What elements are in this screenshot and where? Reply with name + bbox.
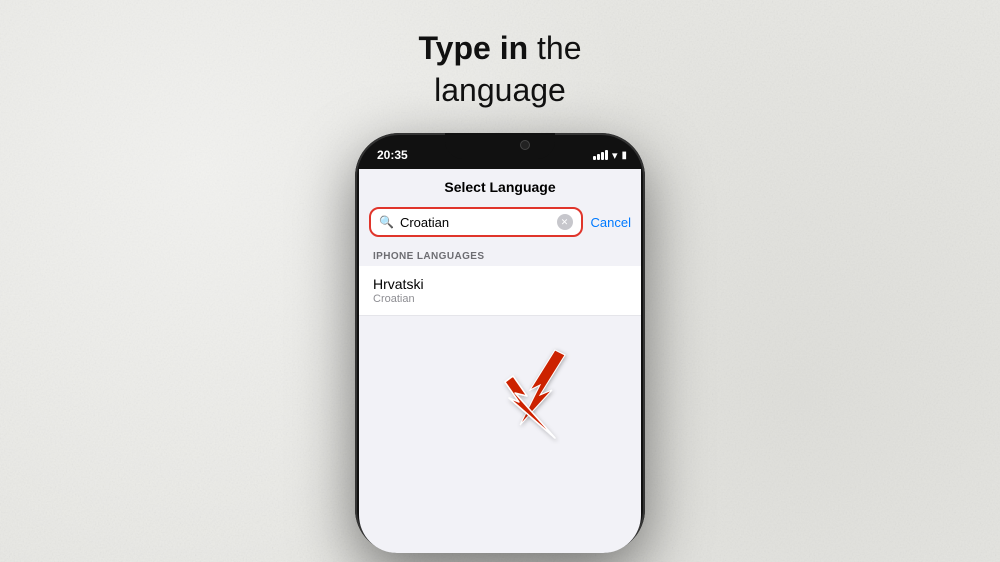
search-container: 🔍 Croatian ✕ Cancel — [359, 203, 641, 245]
list-item-title: Hrvatski — [373, 276, 627, 292]
phone-frame: 20:35 ▾ ▮ Select Langu — [355, 133, 645, 553]
list-item-subtitle: Croatian — [373, 293, 627, 305]
wifi-icon: ▾ — [612, 149, 618, 162]
section-header: IPHONE LANGUAGES — [359, 245, 641, 266]
phone-wrapper: 20:35 ▾ ▮ Select Langu — [355, 133, 645, 553]
language-list-item[interactable]: Hrvatski Croatian — [359, 266, 641, 316]
page-wrapper: Type in the language 20:35 ▾ — [0, 0, 1000, 562]
phone-screen: Select Language 🔍 Croatian ✕ Cancel IPHO… — [359, 169, 641, 553]
status-time: 20:35 — [377, 148, 408, 162]
search-icon: 🔍 — [379, 215, 394, 229]
battery-icon: ▮ — [621, 150, 627, 161]
modal-title-bar: Select Language — [359, 169, 641, 203]
cancel-button[interactable]: Cancel — [591, 215, 631, 230]
heading-regular: the — [528, 30, 581, 66]
ios-content: Select Language 🔍 Croatian ✕ Cancel IPHO… — [359, 169, 641, 553]
signal-bars-icon — [593, 150, 608, 160]
modal-title: Select Language — [444, 179, 555, 195]
search-clear-icon[interactable]: ✕ — [557, 214, 573, 230]
search-bar[interactable]: 🔍 Croatian ✕ — [369, 207, 583, 237]
status-icons: ▾ ▮ — [593, 149, 627, 162]
phone-notch — [445, 133, 555, 159]
heading-bold: Type in — [418, 30, 528, 66]
search-input[interactable]: Croatian — [400, 215, 551, 230]
heading: Type in the language — [418, 28, 581, 111]
phone-camera — [520, 140, 530, 150]
heading-line2: language — [434, 72, 566, 108]
